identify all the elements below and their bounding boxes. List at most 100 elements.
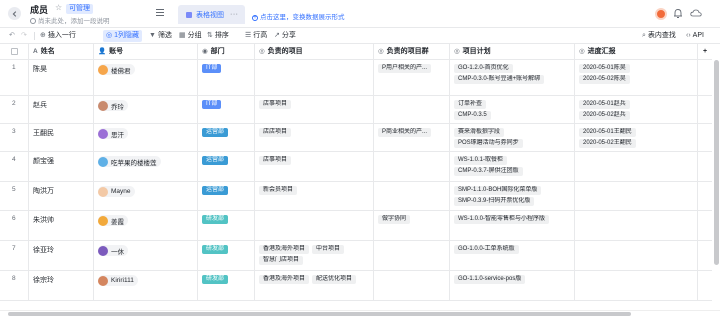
- name-cell[interactable]: 王翻民: [29, 124, 94, 151]
- person-chip[interactable]: Mayne: [98, 186, 135, 197]
- table-search-button[interactable]: ⌕ 表内查找: [642, 30, 676, 42]
- star-icon[interactable]: ☆: [55, 3, 62, 12]
- account-cell[interactable]: 吃苹果的楼楼莲: [94, 152, 198, 181]
- project-group-tag[interactable]: P用户相关的产...: [378, 64, 432, 73]
- owned-projects-cell[interactable]: [255, 60, 374, 95]
- plan-tag[interactable]: GO-1.1.0-service-pos版: [454, 275, 526, 284]
- plan-tag[interactable]: POS琢磨活动与券同步: [454, 139, 523, 148]
- name-cell[interactable]: 颜宝强: [29, 152, 94, 181]
- select-all-checkbox[interactable]: [10, 47, 18, 55]
- horizontal-scrollbar[interactable]: [8, 312, 631, 316]
- owned-projects-cell[interactable]: 新会员项目: [255, 182, 374, 210]
- plan-tag[interactable]: CMP-0.3.7-屏供注团版: [454, 167, 523, 176]
- plans-cell[interactable]: 订单补查 CMP-0.3.5: [450, 96, 575, 123]
- column-header-name[interactable]: A 姓名: [29, 44, 94, 59]
- row-index-cell[interactable]: 1: [0, 60, 29, 95]
- account-cell[interactable]: 乔玲: [94, 96, 198, 123]
- person-chip[interactable]: 思汗: [98, 128, 128, 139]
- report-tag[interactable]: 2020-05-02赵兵: [579, 111, 630, 120]
- person-chip[interactable]: 楼佛君: [98, 64, 135, 75]
- name-cell[interactable]: 徐亚玲: [29, 241, 94, 270]
- add-column-button[interactable]: +: [698, 44, 712, 59]
- account-cell[interactable]: 楼佛君: [94, 60, 198, 95]
- plan-tag[interactable]: SMP-1.1.0-BOH国际化菜单版: [454, 186, 542, 195]
- plans-cell[interactable]: SMP-1.1.0-BOH国际化菜单版 SMP-0.3.9-扫码开票优化版: [450, 182, 575, 210]
- vertical-scrollbar[interactable]: [714, 60, 719, 265]
- project-tag[interactable]: 新会员项目: [259, 186, 298, 195]
- owned-project-groups-cell[interactable]: [374, 241, 450, 270]
- report-tag[interactable]: 2020-05-02陈昊: [579, 75, 630, 84]
- report-tag[interactable]: 2020-05-01赵兵: [579, 100, 630, 109]
- owned-project-groups-cell[interactable]: 做字协同: [374, 211, 450, 240]
- reports-cell[interactable]: 2020-05-01王翻民 2020-05-02王翻民: [575, 124, 698, 151]
- dept-cell[interactable]: 研发部: [198, 211, 255, 240]
- name-cell[interactable]: 赵兵: [29, 96, 94, 123]
- account-cell[interactable]: 思汗: [94, 124, 198, 151]
- owned-projects-cell[interactable]: 店店项目: [255, 124, 374, 151]
- table-row[interactable]: 3 王翻民 思汗 运营部 店店项目 P商业相关的产... 赛来滑板狼字段 POS琢磨活动与券同…: [0, 124, 712, 152]
- reports-cell[interactable]: 2020-05-01陈昊 2020-05-02陈昊: [575, 60, 698, 95]
- plan-tag[interactable]: GO-1.0.0-工单系统版: [454, 245, 519, 254]
- person-chip[interactable]: 一休: [98, 245, 128, 256]
- dept-cell[interactable]: 运营部: [198, 152, 255, 181]
- tab-more-icon[interactable]: ···: [230, 11, 239, 18]
- reports-cell[interactable]: [575, 271, 698, 300]
- row-height-button[interactable]: ☰ 行高: [245, 30, 267, 42]
- project-tag[interactable]: 店事项目: [259, 100, 292, 109]
- table-row[interactable]: 5 陶洪万 Mayne 运营部 新会员项目 SMP-1.1.0-BOH国际化菜单版 SMP-…: [0, 182, 712, 211]
- name-cell[interactable]: 徐宗玲: [29, 271, 94, 300]
- owned-project-groups-cell[interactable]: P商业相关的产...: [374, 124, 450, 151]
- row-index-cell[interactable]: 8: [0, 271, 29, 300]
- reports-cell[interactable]: 2020-05-01赵兵 2020-05-02赵兵: [575, 96, 698, 123]
- reports-cell[interactable]: [575, 211, 698, 240]
- owned-projects-cell[interactable]: 香港及海外项目 中台项目智慧门店项目: [255, 241, 374, 270]
- table-row[interactable]: 8 徐宗玲 Kiriri111 研发部 香港及海外项目 配送优化项目 GO-1.1.0-se…: [0, 271, 712, 301]
- column-header-account[interactable]: 👤 账号: [94, 44, 198, 59]
- column-header-owned-projects[interactable]: ◎ 负责的项目: [255, 44, 374, 59]
- owned-projects-cell[interactable]: [255, 211, 374, 240]
- project-tag[interactable]: 配送优化项目: [312, 275, 357, 284]
- plan-tag[interactable]: WS-1.0.0-智能零售柜与小程序版: [454, 215, 550, 224]
- report-tag[interactable]: 2020-05-01王翻民: [579, 128, 636, 137]
- select-all-cell[interactable]: [0, 44, 29, 59]
- column-header-reports[interactable]: ◎ 进度汇报: [575, 44, 698, 59]
- row-index-cell[interactable]: 7: [0, 241, 29, 270]
- person-chip[interactable]: 乔玲: [98, 100, 128, 111]
- owned-projects-cell[interactable]: 店事项目: [255, 152, 374, 181]
- plan-tag[interactable]: WS-1.0.1-取餐柜: [454, 156, 508, 165]
- report-tag[interactable]: 2020-05-02王翻民: [579, 139, 636, 148]
- report-tag[interactable]: 2020-05-01陈昊: [579, 64, 630, 73]
- project-tag[interactable]: 智慧门店项目: [259, 256, 304, 265]
- filter-button[interactable]: ▼ 筛选: [149, 30, 172, 42]
- owned-project-groups-cell[interactable]: P用户相关的产...: [374, 60, 450, 95]
- sort-button[interactable]: ⇅ 排序: [207, 30, 229, 42]
- api-button[interactable]: ‹› API: [686, 30, 704, 42]
- plan-tag[interactable]: CMP-0.3.5: [454, 111, 491, 120]
- table-row[interactable]: 1 陈昊 楼佛君 IT部 P用户相关的产... GO-1.2.0-首页优化 CMP-0.3.…: [0, 60, 712, 96]
- table-row[interactable]: 4 颜宝强 吃苹果的楼楼莲 运营部 店事项目 WS-1.0.1-取餐柜 CMP-0.3.7-…: [0, 152, 712, 182]
- add-view-link[interactable]: + 点击这里，变换数据展示形式: [252, 11, 345, 21]
- hidden-fields-button[interactable]: ◎ 1列隐藏: [103, 30, 143, 42]
- dept-cell[interactable]: 运营部: [198, 182, 255, 210]
- reports-cell[interactable]: [575, 182, 698, 210]
- plans-cell[interactable]: GO-1.2.0-首页优化 CMP-0.3.0-账号豆通+账号解绑: [450, 60, 575, 95]
- account-cell[interactable]: 一休: [94, 241, 198, 270]
- tab-table-view[interactable]: 表格视图 ···: [178, 5, 245, 24]
- account-cell[interactable]: 姜霞: [94, 211, 198, 240]
- project-tag[interactable]: 店事项目: [259, 156, 292, 165]
- bell-icon[interactable]: [673, 8, 683, 19]
- plans-cell[interactable]: 赛来滑板狼字段 POS琢磨活动与券同步: [450, 124, 575, 151]
- plans-cell[interactable]: GO-1.0.0-工单系统版: [450, 241, 575, 270]
- account-cell[interactable]: Kiriri111: [94, 271, 198, 300]
- cloud-sync-icon[interactable]: [690, 9, 702, 17]
- plan-tag[interactable]: 赛来滑板狼字段: [454, 128, 505, 137]
- table-row[interactable]: 6 朱洪帅 姜霞 研发部 做字协同 WS-1.0.0-智能零售柜与小程序版: [0, 211, 712, 241]
- undo-icon[interactable]: ↶: [9, 30, 15, 42]
- reports-cell[interactable]: [575, 152, 698, 181]
- plans-cell[interactable]: GO-1.1.0-service-pos版: [450, 271, 575, 300]
- plans-cell[interactable]: WS-1.0.1-取餐柜 CMP-0.3.7-屏供注团版: [450, 152, 575, 181]
- project-tag[interactable]: 香港及海外项目: [259, 275, 310, 284]
- person-chip[interactable]: Kiriri111: [98, 275, 138, 286]
- project-group-tag[interactable]: 做字协同: [378, 215, 411, 224]
- dept-cell[interactable]: IT部: [198, 60, 255, 95]
